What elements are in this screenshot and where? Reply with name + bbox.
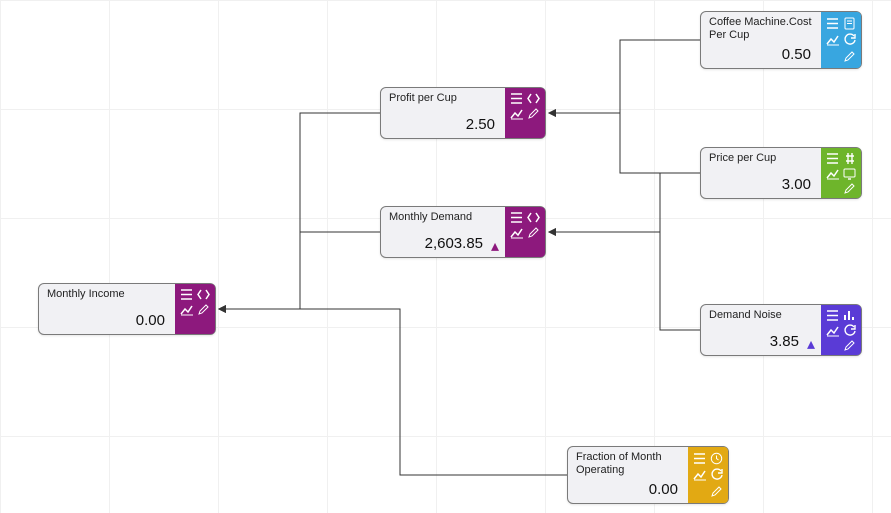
node-toolbar [821,148,861,198]
edit-icon[interactable] [526,226,541,239]
edit-icon[interactable] [842,339,857,352]
node-title: Monthly Demand [389,211,497,224]
node-value: 3.85 [709,333,813,350]
code-icon[interactable] [196,288,211,301]
node-fraction-operating[interactable]: Fraction of Month Operating 0.00 [567,446,729,504]
node-toolbar [505,88,545,138]
refresh-icon[interactable] [842,324,857,337]
node-value: 3.00 [709,176,813,193]
chart-icon[interactable] [509,226,524,239]
chart-icon[interactable] [179,303,194,316]
node-title: Coffee Machine.Cost Per Cup [709,16,813,41]
bars-icon[interactable] [842,309,857,322]
hash-icon[interactable] [842,152,857,165]
code-icon[interactable] [526,211,541,224]
edit-icon[interactable] [709,484,724,499]
chart-icon[interactable] [509,107,524,120]
node-value: 2,603.85 [389,235,497,252]
screen-icon[interactable] [842,167,857,180]
node-title: Price per Cup [709,152,813,165]
clock-icon[interactable] [709,451,724,466]
node-cost-per-cup[interactable]: Coffee Machine.Cost Per Cup 0.50 [700,11,862,69]
node-monthly-income[interactable]: Monthly Income 0.00 [38,283,216,335]
node-value: 0.00 [576,481,680,498]
node-value: 0.50 [709,46,813,63]
node-toolbar [505,207,545,257]
node-profit-per-cup[interactable]: Profit per Cup 2.50 [380,87,546,139]
node-demand-noise[interactable]: Demand Noise 3.85 ▴ [700,304,862,356]
edit-icon[interactable] [842,182,857,195]
menu-icon[interactable] [692,451,707,466]
node-toolbar [821,305,861,355]
node-price-per-cup[interactable]: Price per Cup 3.00 [700,147,862,199]
chart-icon[interactable] [692,468,707,483]
node-toolbar [688,447,728,503]
menu-icon[interactable] [825,16,840,31]
menu-icon[interactable] [825,152,840,165]
page-icon[interactable] [842,16,857,31]
edit-icon[interactable] [842,49,857,64]
menu-icon[interactable] [825,309,840,322]
refresh-icon[interactable] [709,468,724,483]
code-icon[interactable] [526,92,541,105]
refresh-icon[interactable] [842,33,857,48]
chart-icon[interactable] [825,167,840,180]
node-monthly-demand[interactable]: Monthly Demand 2,603.85 ▴ [380,206,546,258]
chart-icon[interactable] [825,324,840,337]
node-value: 0.00 [47,312,167,329]
menu-icon[interactable] [509,92,524,105]
node-toolbar [175,284,215,334]
menu-icon[interactable] [179,288,194,301]
node-title: Monthly Income [47,288,167,301]
menu-icon[interactable] [509,211,524,224]
node-toolbar [821,12,861,68]
node-title: Fraction of Month Operating [576,451,680,476]
node-value: 2.50 [389,116,497,133]
edit-icon[interactable] [526,107,541,120]
node-title: Demand Noise [709,309,813,322]
edit-icon[interactable] [196,303,211,316]
node-title: Profit per Cup [389,92,497,105]
chart-icon[interactable] [825,33,840,48]
